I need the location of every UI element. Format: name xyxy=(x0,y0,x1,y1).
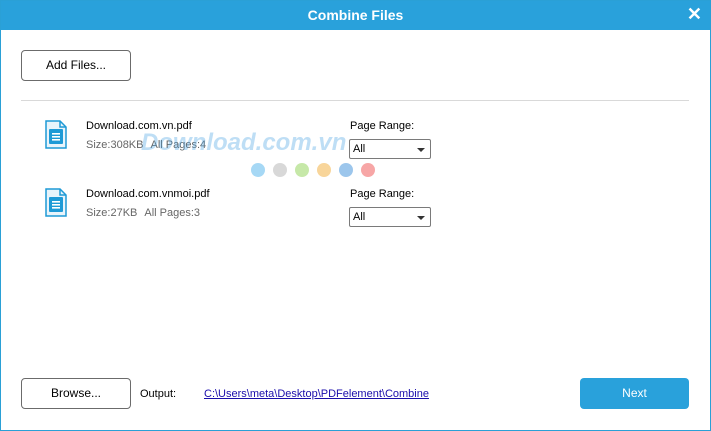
watermark-dot xyxy=(317,163,331,177)
file-list-item: Download.com.vnmoi.pdf Size:27KB All Page… xyxy=(41,186,441,227)
browse-button[interactable]: Browse... xyxy=(21,378,131,409)
page-range-select[interactable]: All xyxy=(349,139,431,159)
watermark-dot xyxy=(361,163,375,177)
file-name: Download.com.vnmoi.pdf xyxy=(86,188,210,200)
watermark-dot xyxy=(339,163,353,177)
next-button[interactable]: Next xyxy=(580,378,689,409)
page-range-label: Page Range: xyxy=(350,188,415,200)
chevron-down-icon xyxy=(417,148,425,152)
file-meta: Size:27KB All Pages:3 xyxy=(86,207,207,219)
page-range-select[interactable]: All xyxy=(349,207,431,227)
page-range-value: All xyxy=(353,211,366,223)
pdf-file-icon xyxy=(45,120,67,149)
watermark-logo: Download.com.vn xyxy=(141,129,347,156)
output-label: Output: xyxy=(140,388,177,400)
page-range-label: Page Range: xyxy=(350,120,415,132)
chevron-down-icon xyxy=(417,216,425,220)
pdf-file-icon xyxy=(45,188,67,217)
title-bar: Combine Files ✕ xyxy=(1,1,710,30)
close-icon[interactable]: ✕ xyxy=(687,4,702,24)
combine-files-dialog: Combine Files ✕ Add Files... Download.co… xyxy=(0,0,711,431)
divider xyxy=(21,100,689,101)
file-size: Size:27KB xyxy=(86,207,138,219)
page-range-value: All xyxy=(353,143,366,155)
add-files-button[interactable]: Add Files... xyxy=(21,50,131,81)
watermark-dots xyxy=(251,163,391,177)
dialog-title: Combine Files xyxy=(307,7,404,23)
watermark-dot xyxy=(251,163,265,177)
file-pages: All Pages:3 xyxy=(144,207,201,219)
watermark-dot xyxy=(273,163,287,177)
file-size: Size:308KB xyxy=(86,139,144,151)
output-path-link[interactable]: C:\Users\meta\Desktop\PDFelement\Combine xyxy=(204,388,429,400)
watermark-dot xyxy=(295,163,309,177)
